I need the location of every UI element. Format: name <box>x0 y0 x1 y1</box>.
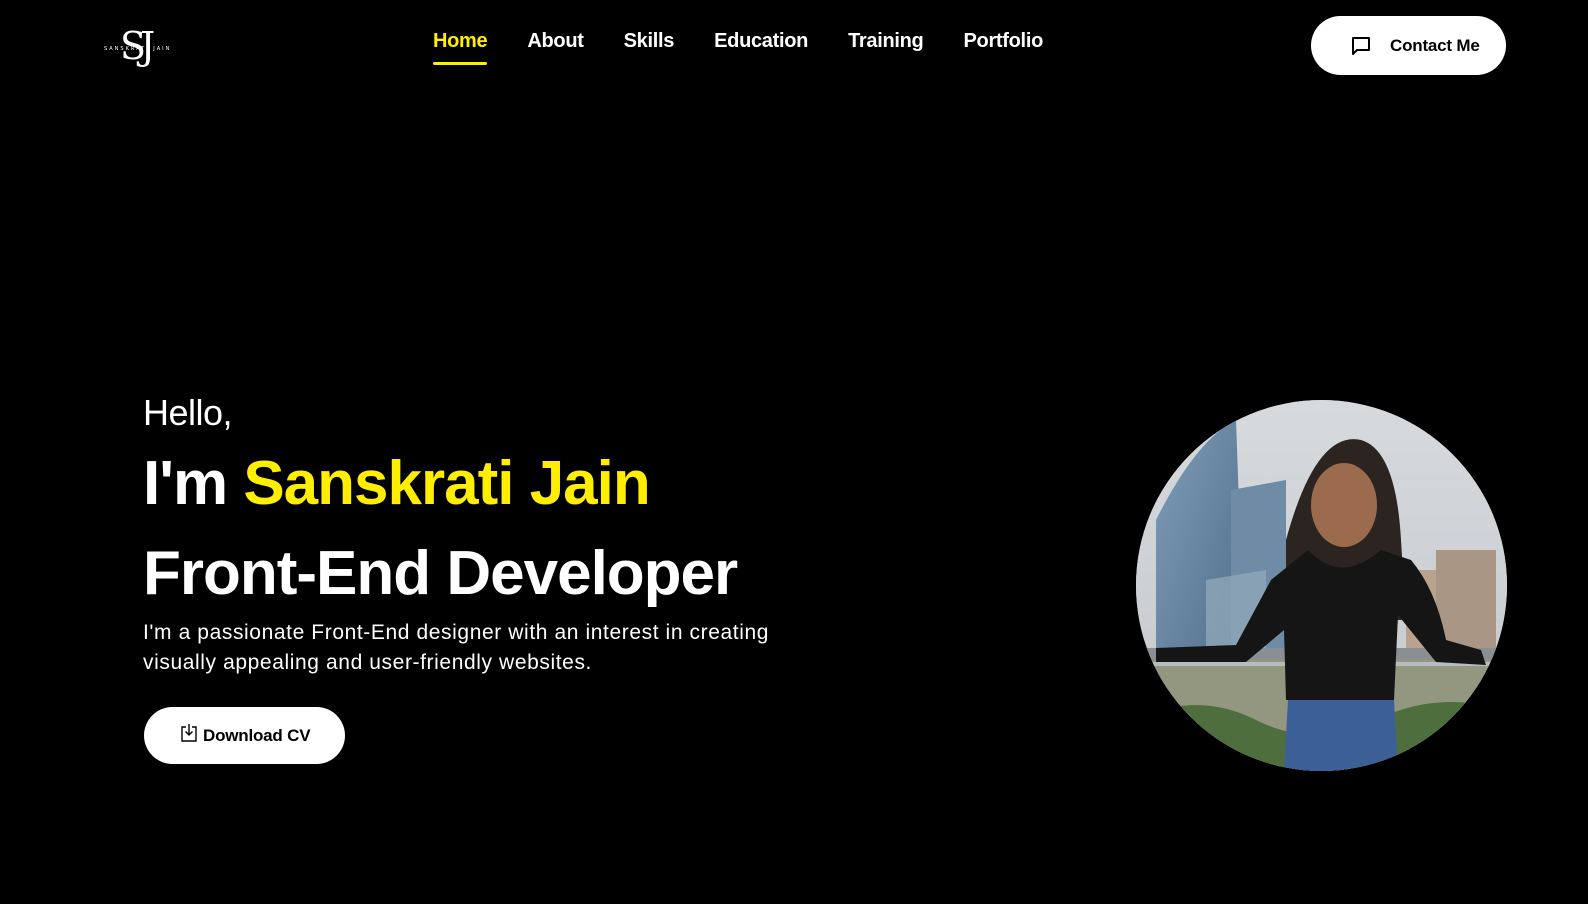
nav-item-education[interactable]: Education <box>714 30 808 65</box>
nav-item-about[interactable]: About <box>527 30 584 65</box>
download-cv-button[interactable]: Download CV <box>144 707 345 764</box>
nav-item-skills[interactable]: Skills <box>624 30 675 65</box>
hero-intro-prefix: I'm <box>143 449 244 518</box>
nav-item-home[interactable]: Home <box>433 30 488 65</box>
nav-item-portfolio[interactable]: Portfolio <box>963 30 1043 65</box>
hero-intro: I'm Sanskrati Jain <box>143 448 651 520</box>
hero-description: I'm a passionate Front-End designer with… <box>143 621 770 674</box>
download-icon <box>181 723 197 742</box>
site-logo[interactable]: SJ SANSKRATI JAIN <box>104 22 184 74</box>
hero-greeting: Hello, <box>143 392 233 433</box>
main-nav: Home About Skills Education Training Por… <box>433 30 1043 65</box>
logo-subtitle: SANSKRATI JAIN <box>104 46 172 52</box>
nav-item-training[interactable]: Training <box>848 30 924 65</box>
contact-me-label: Contact Me <box>1390 35 1480 55</box>
hero-name: Sanskrati Jain <box>243 449 650 518</box>
message-square-icon <box>1352 36 1370 55</box>
contact-me-button[interactable]: Contact Me <box>1311 16 1506 75</box>
profile-photo <box>1136 400 1507 771</box>
hero-role: Front-End Developer <box>143 539 738 608</box>
download-cv-label: Download CV <box>203 725 311 745</box>
